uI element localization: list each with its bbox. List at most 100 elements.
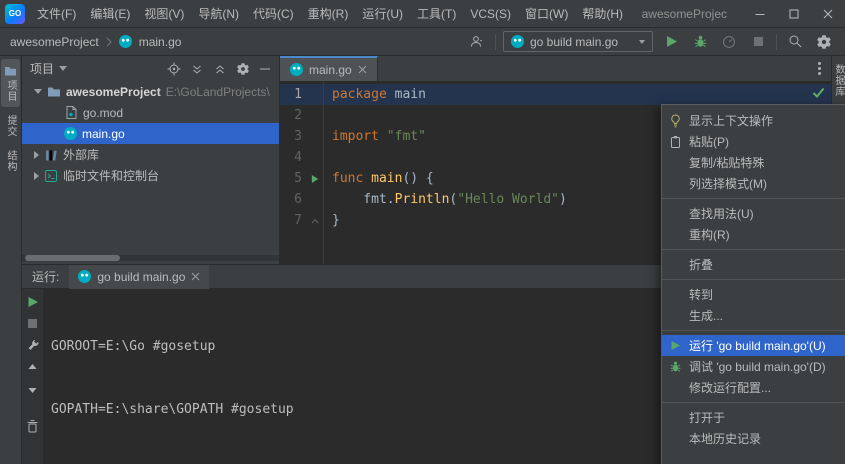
menu-item-folding[interactable]: 折叠 xyxy=(662,254,845,275)
project-panel-actions xyxy=(167,62,271,76)
tab-main-go[interactable]: main.go xyxy=(280,56,378,81)
menu-item-debug-go-build[interactable]: 调试 'go build main.go'(D) xyxy=(662,356,845,377)
menu-edit[interactable]: 编辑(E) xyxy=(83,0,137,28)
search-everywhere-button[interactable] xyxy=(784,31,806,53)
inspections-ok-icon[interactable] xyxy=(812,87,825,98)
fold-end-icon[interactable] xyxy=(311,218,319,224)
toolbar-divider xyxy=(776,33,777,50)
maximize-button[interactable] xyxy=(777,0,811,27)
tree-row-project-root[interactable]: awesomeProject E:\GoLandProjects\ xyxy=(22,81,279,102)
wrench-icon[interactable] xyxy=(26,339,39,352)
expand-arrow-icon[interactable] xyxy=(34,89,42,94)
run-tab[interactable]: go build main.go xyxy=(69,264,210,289)
menu-item-find-usages[interactable]: 查找用法(U) xyxy=(662,203,845,224)
line-number: 5 xyxy=(294,171,302,186)
project-panel: 项目 awesomeProject E:\GoLandProjects\ go.… xyxy=(22,56,280,264)
up-arrow-icon[interactable] xyxy=(27,363,38,373)
code-line[interactable]: package main xyxy=(324,84,831,105)
profiler-button[interactable] xyxy=(718,31,740,53)
folder-icon xyxy=(48,87,60,97)
tab-options-icon[interactable] xyxy=(818,62,821,75)
menu-separator xyxy=(662,330,845,331)
panel-gear-icon[interactable] xyxy=(236,62,250,76)
gear-icon xyxy=(817,34,831,49)
menu-item-paste[interactable]: 粘贴(P) xyxy=(662,131,845,152)
menu-item-local-history[interactable]: 本地历史记录 xyxy=(662,428,845,449)
menu-refactor[interactable]: 重构(R) xyxy=(301,0,356,28)
window-title: awesomeProjec xyxy=(641,6,727,21)
collapse-all-icon[interactable] xyxy=(213,62,227,76)
run-main-gutter-icon[interactable] xyxy=(311,174,318,183)
down-arrow-icon[interactable] xyxy=(27,384,38,394)
tool-stripe-structure[interactable]: 结构 xyxy=(1,145,20,177)
run-config-select[interactable]: go build main.go xyxy=(503,31,653,52)
stop-button[interactable] xyxy=(747,31,769,53)
menu-item-modify-run-configuration[interactable]: 修改运行配置... xyxy=(662,377,845,398)
run-tab-close-icon[interactable] xyxy=(191,272,200,281)
toolbar-right: go build main.go xyxy=(466,31,835,53)
breadcrumb: awesomeProject main.go xyxy=(10,35,181,49)
collapse-arrow-icon[interactable] xyxy=(34,171,39,180)
menu-item-run-go-build[interactable]: 运行 'go build main.go'(U) xyxy=(662,335,845,356)
menu-item-label: 修改运行配置... xyxy=(689,381,772,395)
debug-button[interactable] xyxy=(689,31,711,53)
project-panel-title[interactable]: 项目 xyxy=(30,60,54,77)
tool-stripe-commit[interactable]: 提交 xyxy=(1,110,20,142)
menu-item-open-in[interactable]: 打开于 xyxy=(662,407,845,428)
goland-logo-icon: GO xyxy=(5,3,25,24)
left-tool-stripe: 项目 提交 结构 xyxy=(0,56,22,464)
menu-window[interactable]: 窗口(W) xyxy=(518,0,575,28)
menu-navigate[interactable]: 导航(N) xyxy=(191,0,246,28)
tree-row-scratches[interactable]: 临时文件和控制台 xyxy=(22,165,279,186)
user-button[interactable] xyxy=(466,31,488,53)
expand-all-icon[interactable] xyxy=(190,62,204,76)
tree-row-external-libraries[interactable]: 外部库 xyxy=(22,144,279,165)
stop-icon[interactable] xyxy=(28,319,37,328)
settings-button[interactable] xyxy=(813,31,835,53)
locate-file-icon[interactable] xyxy=(167,62,181,76)
menu-item-show-context-actions[interactable]: 显示上下文操作 xyxy=(662,110,845,131)
menu-run[interactable]: 运行(U) xyxy=(355,0,410,28)
minimize-button[interactable] xyxy=(743,0,777,27)
menu-item-refactor[interactable]: 重构(R) xyxy=(662,224,845,245)
menu-item-label: 复制/粘贴特殊 xyxy=(689,156,765,170)
rerun-icon[interactable] xyxy=(27,296,39,308)
tree-row-main-go[interactable]: main.go xyxy=(22,123,279,144)
menu-item-generate[interactable]: 生成... xyxy=(662,305,845,326)
close-button[interactable] xyxy=(811,0,845,27)
collapse-arrow-icon[interactable] xyxy=(34,150,39,159)
tree-item-label: 外部库 xyxy=(63,148,100,162)
menu-separator xyxy=(662,198,845,199)
menu-vcs[interactable]: VCS(S) xyxy=(463,0,518,28)
menu-view[interactable]: 视图(V) xyxy=(137,0,191,28)
menu-item-column-selection-mode[interactable]: 列选择模式(M) xyxy=(662,173,845,194)
menu-item-label: 显示上下文操作 xyxy=(689,114,774,128)
tree-row-go-mod[interactable]: go.mod xyxy=(22,102,279,123)
run-button[interactable] xyxy=(660,31,682,53)
menu-code[interactable]: 代码(C) xyxy=(246,0,301,28)
menu-separator xyxy=(662,249,845,250)
menu-item-go-to[interactable]: 转到 xyxy=(662,284,845,305)
line-number: 2 xyxy=(294,108,302,123)
tool-stripe-project[interactable]: 项目 xyxy=(1,59,20,107)
editor-context-menu: 显示上下文操作 粘贴(P) 复制/粘贴特殊 列选择模式(M) 查找用法(U) 重… xyxy=(661,104,845,464)
run-panel-title[interactable]: 运行: xyxy=(32,268,59,285)
tab-close-icon[interactable] xyxy=(358,65,367,74)
menu-help[interactable]: 帮助(H) xyxy=(575,0,630,28)
menu-item-label: 粘贴(P) xyxy=(689,135,729,149)
hide-panel-icon[interactable] xyxy=(259,63,271,75)
menu-file[interactable]: 文件(F) xyxy=(30,0,83,28)
scratches-console-icon xyxy=(45,169,57,182)
search-icon xyxy=(789,35,801,48)
debug-bug-icon xyxy=(667,359,683,375)
trash-icon[interactable] xyxy=(26,419,39,433)
line-number: 1 xyxy=(294,87,302,102)
horizontal-scrollbar-thumb[interactable] xyxy=(25,255,120,261)
go-file-icon xyxy=(290,63,303,76)
menu-tools[interactable]: 工具(T) xyxy=(410,0,463,28)
breadcrumb-project[interactable]: awesomeProject xyxy=(10,35,99,49)
menu-item-copy-paste-special[interactable]: 复制/粘贴特殊 xyxy=(662,152,845,173)
profiler-icon xyxy=(723,35,735,48)
tool-stripe-database[interactable]: 数据库 xyxy=(829,59,845,102)
breadcrumb-file[interactable]: main.go xyxy=(139,35,182,49)
